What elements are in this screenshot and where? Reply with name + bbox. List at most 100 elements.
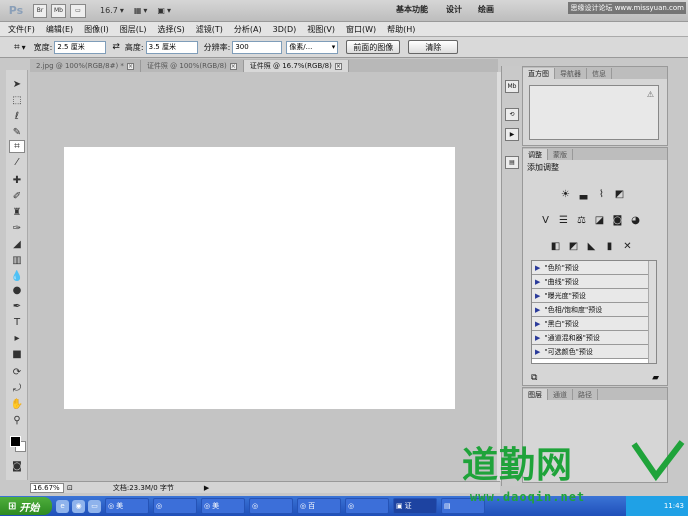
clear-button[interactable]: 清除	[408, 40, 459, 54]
list-item[interactable]: ▶ "色阶"预设	[532, 261, 649, 275]
pen-tool-icon[interactable]: ✒	[9, 300, 25, 313]
exposure-icon[interactable]: ◩	[613, 188, 626, 201]
taskbar-window-3[interactable]: ◎ 美	[201, 498, 245, 514]
crop-tool-icon[interactable]: ⌗	[9, 140, 25, 153]
vibrance-icon[interactable]: V	[539, 214, 552, 227]
expand-triangle-icon[interactable]: ▶	[535, 292, 540, 300]
workspace-essentials[interactable]: 基本功能	[396, 4, 428, 15]
posterize-icon[interactable]: ◩	[567, 240, 580, 253]
shape-tool-icon[interactable]: ■	[9, 348, 25, 361]
list-item[interactable]: ▶ "可选颜色"预设	[532, 345, 649, 359]
brush-tool-icon[interactable]: ✐	[9, 190, 25, 203]
taskbar-window-1[interactable]: ◎ 美	[105, 498, 149, 514]
menu-image[interactable]: 图像(I)	[84, 24, 109, 35]
eraser-tool-icon[interactable]: ◢	[9, 238, 25, 251]
history-brush-tool-icon[interactable]: ✑	[9, 222, 25, 235]
list-item[interactable]: ▶ "曲线"预设	[532, 275, 649, 289]
menu-3d[interactable]: 3D(D)	[273, 25, 297, 34]
screen-mode-dropdown[interactable]: ▣ ▾	[157, 6, 171, 15]
menu-view[interactable]: 视图(V)	[307, 24, 335, 35]
resolution-unit-select[interactable]: 像素/... ▾	[286, 40, 339, 54]
healing-brush-tool-icon[interactable]: ✚	[9, 174, 25, 187]
photo-filter-icon[interactable]: ◙	[611, 214, 624, 227]
threshold-icon[interactable]: ◣	[585, 240, 598, 253]
crop-tool-preset-icon[interactable]: ⌗	[14, 42, 20, 53]
expand-triangle-icon[interactable]: ▶	[535, 348, 540, 356]
layer-comps-panel-icon[interactable]: ▤	[505, 156, 519, 169]
status-zoom-field[interactable]: 16.67%	[30, 482, 64, 493]
ie-icon[interactable]: e	[56, 499, 69, 513]
foreground-color-swatch[interactable]	[10, 436, 21, 447]
tab-adjustments[interactable]: 调整	[523, 149, 548, 160]
hand-tool-icon[interactable]: ✋	[9, 398, 25, 411]
history-panel-icon[interactable]: ⟲	[505, 108, 519, 121]
mini-bridge-button[interactable]: Mb	[51, 3, 66, 18]
clone-stamp-tool-icon[interactable]: ♜	[9, 206, 25, 219]
menu-select[interactable]: 选择(S)	[157, 24, 184, 35]
presets-scrollbar[interactable]	[648, 261, 656, 363]
close-icon[interactable]: ×	[334, 62, 342, 70]
document-tab-id-photo-16[interactable]: 证件照 @ 16.7%(RGB/8) ×	[243, 60, 349, 72]
front-image-button[interactable]: 前面的图像	[346, 40, 401, 54]
view-extras-button[interactable]: ▭	[70, 3, 86, 18]
tab-layers[interactable]: 图层	[523, 389, 548, 400]
type-tool-icon[interactable]: T	[9, 316, 25, 329]
document-tab-2jpg[interactable]: 2.jpg @ 100%(RGB/8#) * ×	[30, 60, 141, 72]
tab-info[interactable]: 信息	[587, 68, 612, 79]
blur-tool-icon[interactable]: 💧	[9, 270, 25, 283]
menu-file[interactable]: 文件(F)	[8, 24, 35, 35]
taskbar-window-photoshop[interactable]: ▣ 证	[393, 498, 437, 514]
status-menu-arrow-icon[interactable]: ▶	[204, 484, 209, 492]
arrange-documents-dropdown[interactable]: ▦ ▾	[134, 6, 148, 15]
start-button[interactable]: ⊞ 开始	[0, 497, 52, 515]
menu-filter[interactable]: 滤镜(T)	[196, 24, 223, 35]
gradient-map-icon[interactable]: ▮	[603, 240, 616, 253]
hue-saturation-icon[interactable]: ☰	[557, 214, 570, 227]
expand-triangle-icon[interactable]: ▶	[535, 264, 540, 272]
levels-icon[interactable]: ▃	[577, 188, 590, 201]
height-input[interactable]: 3.5 厘米	[145, 40, 198, 54]
brightness-contrast-icon[interactable]: ☀	[559, 188, 572, 201]
menu-window[interactable]: 窗口(W)	[346, 24, 376, 35]
workspace-painting[interactable]: 绘画	[478, 4, 494, 15]
black-white-icon[interactable]: ◪	[593, 214, 606, 227]
3d-orbit-tool-icon[interactable]: ⤾	[9, 382, 25, 395]
expand-triangle-icon[interactable]: ▶	[535, 334, 540, 342]
zoom-level-dropdown[interactable]: 16.7 ▾	[100, 6, 124, 15]
marquee-tool-icon[interactable]: ⬚	[9, 94, 25, 107]
dodge-tool-icon[interactable]: ●	[9, 284, 25, 297]
expand-triangle-icon[interactable]: ▶	[535, 320, 540, 328]
workspace-design[interactable]: 设计	[446, 4, 462, 15]
chevron-down-icon[interactable]: ▾	[22, 43, 26, 52]
document-canvas[interactable]	[64, 147, 455, 409]
gradient-tool-icon[interactable]: ▥	[9, 254, 25, 267]
curves-icon[interactable]: ⌇	[595, 188, 608, 201]
menu-edit[interactable]: 编辑(E)	[46, 24, 73, 35]
list-item[interactable]: ▶ "通道混和器"预设	[532, 331, 649, 345]
taskbar-window-5[interactable]: ◎ 百	[297, 498, 341, 514]
browser-icon[interactable]: ◉	[72, 499, 85, 513]
list-item[interactable]: ▶ "曝光度"预设	[532, 289, 649, 303]
invert-icon[interactable]: ◧	[549, 240, 562, 253]
color-balance-icon[interactable]: ⚖	[575, 214, 588, 227]
move-tool-icon[interactable]: ➤	[9, 78, 25, 91]
lasso-tool-icon[interactable]: ℓ	[9, 110, 25, 123]
menu-analysis[interactable]: 分析(A)	[234, 24, 262, 35]
taskbar-window-2[interactable]: ◎	[153, 498, 197, 514]
channel-mixer-icon[interactable]: ◕	[629, 214, 642, 227]
show-desktop-icon[interactable]: ▭	[88, 499, 101, 513]
taskbar-window-8[interactable]: ▤	[441, 498, 485, 514]
3d-rotate-tool-icon[interactable]: ⟳	[9, 366, 25, 379]
tab-masks[interactable]: 蒙版	[548, 149, 573, 160]
bridge-button[interactable]: Br	[33, 3, 47, 18]
selective-color-icon[interactable]: ✕	[621, 240, 634, 253]
resolution-input[interactable]: 300	[232, 40, 283, 54]
tab-channels[interactable]: 通道	[548, 389, 573, 400]
clip-to-layer-icon[interactable]: ⧉	[531, 373, 537, 383]
width-input[interactable]: 2.5 厘米	[54, 40, 107, 54]
menu-help[interactable]: 帮助(H)	[387, 24, 415, 35]
expand-triangle-icon[interactable]: ▶	[535, 278, 540, 286]
expand-triangle-icon[interactable]: ▶	[535, 306, 540, 314]
document-tab-id-photo-100[interactable]: 证件照 @ 100%(RGB/8) ×	[141, 60, 244, 72]
menu-layer[interactable]: 图层(L)	[120, 24, 147, 35]
